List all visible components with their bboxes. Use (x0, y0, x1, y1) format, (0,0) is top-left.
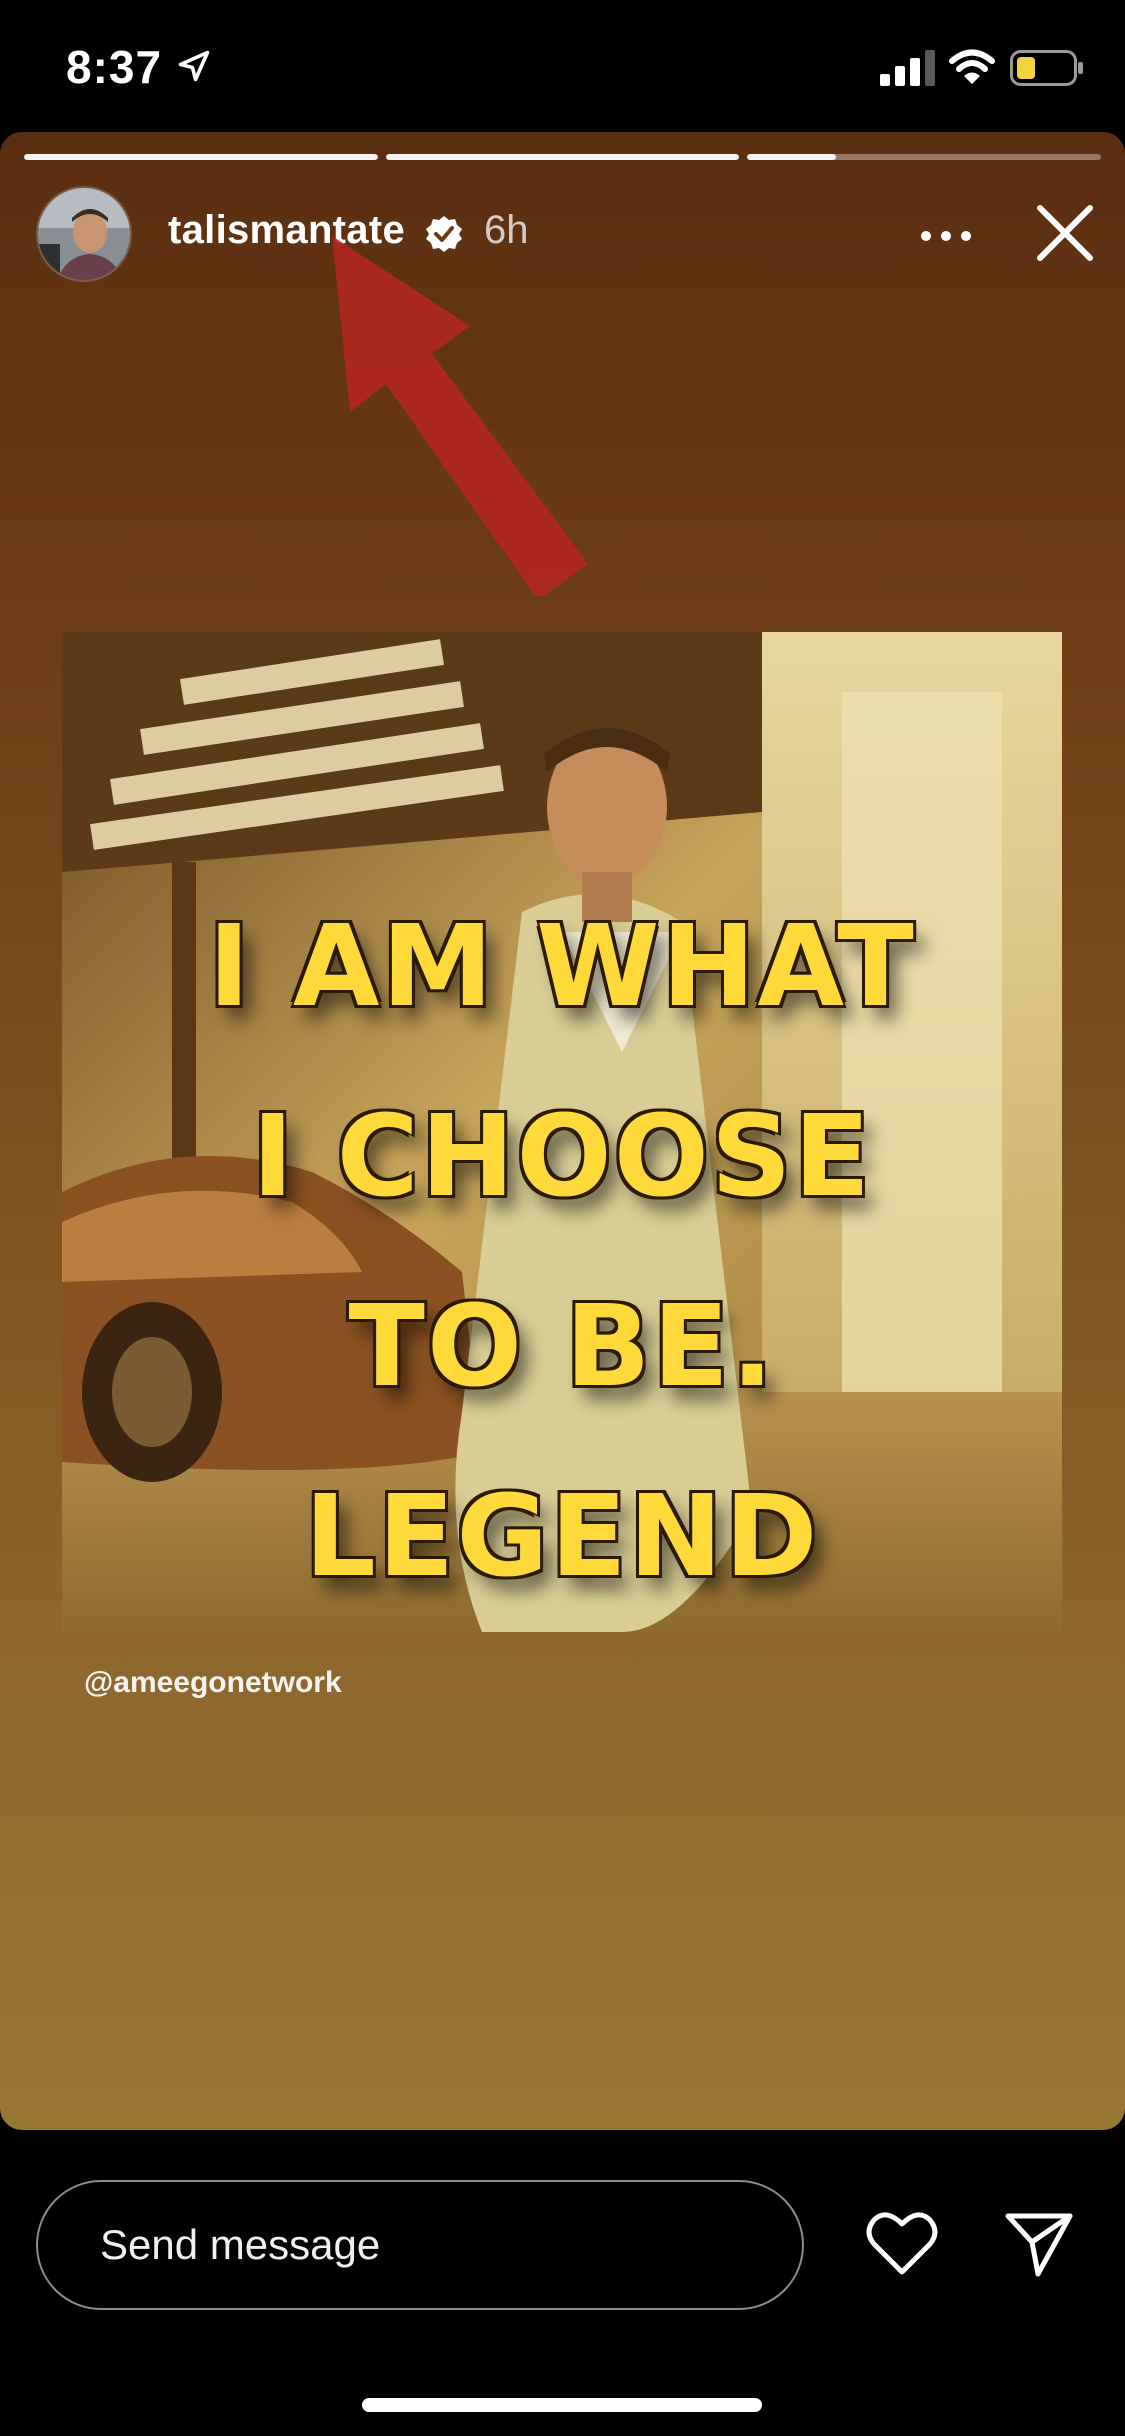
story-image: I AM WHAT I CHOOSE TO BE. LEGEND (62, 632, 1062, 1632)
story-viewer[interactable]: talismantate 6h I AM WHAT I CHOOSE TO BE… (0, 132, 1125, 2130)
progress-fill (747, 154, 836, 160)
quote-line: I AM WHAT (208, 902, 916, 1032)
quote-line: TO BE. (348, 1282, 776, 1412)
heart-icon[interactable] (866, 2210, 938, 2276)
image-credit[interactable]: @ameegonetwork (84, 1666, 342, 1700)
progress-segment (24, 154, 378, 160)
send-message-input[interactable] (36, 2180, 804, 2310)
battery-level (1017, 57, 1035, 79)
progress-segment (385, 154, 740, 160)
location-arrow-icon (178, 50, 210, 82)
avatar[interactable] (36, 186, 132, 282)
battery-low-icon (1010, 50, 1083, 86)
story-quote: I AM WHAT I CHOOSE TO BE. LEGEND (62, 872, 1062, 1632)
home-indicator[interactable] (362, 2398, 762, 2412)
annotation-arrow-icon (332, 236, 588, 596)
status-bar: 8:37 (0, 0, 1125, 130)
send-icon[interactable] (1004, 2208, 1074, 2278)
progress-segment (747, 154, 1102, 160)
close-icon[interactable] (1034, 202, 1096, 264)
progress-fill (24, 154, 378, 160)
ellipsis-icon[interactable] (920, 228, 972, 244)
status-time: 8:37 (66, 41, 163, 93)
quote-line: LEGEND (304, 1472, 820, 1602)
wifi-icon (949, 49, 995, 84)
story-progress (24, 154, 1102, 160)
cellular-signal-icon (880, 50, 935, 86)
progress-fill (385, 154, 740, 160)
quote-line: I CHOOSE (251, 1092, 873, 1222)
